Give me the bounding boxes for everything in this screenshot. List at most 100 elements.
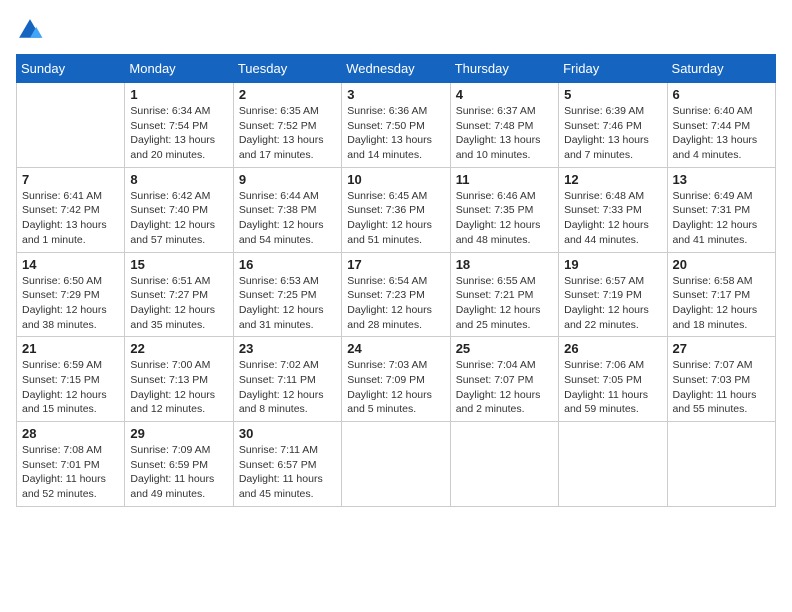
day-info: Sunrise: 7:08 AMSunset: 7:01 PMDaylight:…	[22, 443, 119, 502]
calendar-cell: 20 Sunrise: 6:58 AMSunset: 7:17 PMDayligh…	[667, 252, 775, 337]
day-number: 27	[673, 341, 770, 356]
day-number: 2	[239, 87, 336, 102]
calendar-cell: 27 Sunrise: 7:07 AMSunset: 7:03 PMDayligh…	[667, 337, 775, 422]
calendar-cell: 10 Sunrise: 6:45 AMSunset: 7:36 PMDayligh…	[342, 167, 450, 252]
day-number: 6	[673, 87, 770, 102]
day-number: 8	[130, 172, 227, 187]
calendar-cell: 30 Sunrise: 7:11 AMSunset: 6:57 PMDayligh…	[233, 422, 341, 507]
day-number: 17	[347, 257, 444, 272]
day-info: Sunrise: 6:46 AMSunset: 7:35 PMDaylight:…	[456, 189, 553, 248]
calendar-cell	[450, 422, 558, 507]
day-info: Sunrise: 6:35 AMSunset: 7:52 PMDaylight:…	[239, 104, 336, 163]
calendar-table: SundayMondayTuesdayWednesdayThursdayFrid…	[16, 54, 776, 507]
calendar-cell: 14 Sunrise: 6:50 AMSunset: 7:29 PMDayligh…	[17, 252, 125, 337]
page-header	[16, 16, 776, 44]
weekday-header: Saturday	[667, 55, 775, 83]
day-info: Sunrise: 7:07 AMSunset: 7:03 PMDaylight:…	[673, 358, 770, 417]
day-number: 12	[564, 172, 661, 187]
calendar-cell: 25Sunrise: 7:04 AMSunset: 7:07 PMDayligh…	[450, 337, 558, 422]
weekday-header: Friday	[559, 55, 667, 83]
calendar-week-row: 21 Sunrise: 6:59 AMSunset: 7:15 PMDayligh…	[17, 337, 776, 422]
calendar-cell: 7 Sunrise: 6:41 AMSunset: 7:42 PMDaylight…	[17, 167, 125, 252]
day-number: 3	[347, 87, 444, 102]
calendar-cell: 23Sunrise: 7:02 AMSunset: 7:11 PMDayligh…	[233, 337, 341, 422]
day-info: Sunrise: 6:50 AMSunset: 7:29 PMDaylight:…	[22, 274, 119, 333]
day-number: 11	[456, 172, 553, 187]
calendar-week-row: 1 Sunrise: 6:34 AMSunset: 7:54 PMDaylight…	[17, 83, 776, 168]
calendar-cell: 5 Sunrise: 6:39 AMSunset: 7:46 PMDaylight…	[559, 83, 667, 168]
day-number: 14	[22, 257, 119, 272]
day-info: Sunrise: 6:34 AMSunset: 7:54 PMDaylight:…	[130, 104, 227, 163]
calendar-cell	[342, 422, 450, 507]
day-number: 25	[456, 341, 553, 356]
day-number: 16	[239, 257, 336, 272]
day-number: 18	[456, 257, 553, 272]
day-number: 21	[22, 341, 119, 356]
calendar-cell: 8 Sunrise: 6:42 AMSunset: 7:40 PMDaylight…	[125, 167, 233, 252]
weekday-header: Thursday	[450, 55, 558, 83]
calendar-header: SundayMondayTuesdayWednesdayThursdayFrid…	[17, 55, 776, 83]
day-info: Sunrise: 6:57 AMSunset: 7:19 PMDaylight:…	[564, 274, 661, 333]
calendar-cell	[559, 422, 667, 507]
day-info: Sunrise: 7:09 AMSunset: 6:59 PMDaylight:…	[130, 443, 227, 502]
weekday-header: Tuesday	[233, 55, 341, 83]
day-number: 19	[564, 257, 661, 272]
day-info: Sunrise: 6:40 AMSunset: 7:44 PMDaylight:…	[673, 104, 770, 163]
day-number: 29	[130, 426, 227, 441]
day-info: Sunrise: 6:58 AMSunset: 7:17 PMDaylight:…	[673, 274, 770, 333]
day-number: 24	[347, 341, 444, 356]
weekday-header: Monday	[125, 55, 233, 83]
calendar-body: 1 Sunrise: 6:34 AMSunset: 7:54 PMDaylight…	[17, 83, 776, 507]
calendar-cell: 3Sunrise: 6:36 AMSunset: 7:50 PMDaylight…	[342, 83, 450, 168]
day-info: Sunrise: 6:45 AMSunset: 7:36 PMDaylight:…	[347, 189, 444, 248]
calendar-cell: 16Sunrise: 6:53 AMSunset: 7:25 PMDayligh…	[233, 252, 341, 337]
weekday-header: Wednesday	[342, 55, 450, 83]
day-info: Sunrise: 6:44 AMSunset: 7:38 PMDaylight:…	[239, 189, 336, 248]
calendar-cell: 15Sunrise: 6:51 AMSunset: 7:27 PMDayligh…	[125, 252, 233, 337]
day-info: Sunrise: 6:37 AMSunset: 7:48 PMDaylight:…	[456, 104, 553, 163]
day-info: Sunrise: 6:39 AMSunset: 7:46 PMDaylight:…	[564, 104, 661, 163]
day-number: 15	[130, 257, 227, 272]
calendar-cell: 19 Sunrise: 6:57 AMSunset: 7:19 PMDayligh…	[559, 252, 667, 337]
calendar-cell: 28 Sunrise: 7:08 AMSunset: 7:01 PMDayligh…	[17, 422, 125, 507]
day-info: Sunrise: 6:48 AMSunset: 7:33 PMDaylight:…	[564, 189, 661, 248]
day-number: 9	[239, 172, 336, 187]
day-number: 5	[564, 87, 661, 102]
calendar-cell: 13 Sunrise: 6:49 AMSunset: 7:31 PMDayligh…	[667, 167, 775, 252]
calendar-cell: 26Sunrise: 7:06 AMSunset: 7:05 PMDayligh…	[559, 337, 667, 422]
logo	[16, 16, 46, 44]
day-info: Sunrise: 6:49 AMSunset: 7:31 PMDaylight:…	[673, 189, 770, 248]
calendar-cell: 29 Sunrise: 7:09 AMSunset: 6:59 PMDayligh…	[125, 422, 233, 507]
day-number: 20	[673, 257, 770, 272]
calendar-cell: 11 Sunrise: 6:46 AMSunset: 7:35 PMDayligh…	[450, 167, 558, 252]
calendar-cell: 4Sunrise: 6:37 AMSunset: 7:48 PMDaylight…	[450, 83, 558, 168]
day-info: Sunrise: 6:55 AMSunset: 7:21 PMDaylight:…	[456, 274, 553, 333]
calendar-week-row: 14 Sunrise: 6:50 AMSunset: 7:29 PMDayligh…	[17, 252, 776, 337]
day-info: Sunrise: 7:02 AMSunset: 7:11 PMDaylight:…	[239, 358, 336, 417]
calendar-cell: 1 Sunrise: 6:34 AMSunset: 7:54 PMDaylight…	[125, 83, 233, 168]
day-info: Sunrise: 6:42 AMSunset: 7:40 PMDaylight:…	[130, 189, 227, 248]
calendar-cell: 12 Sunrise: 6:48 AMSunset: 7:33 PMDayligh…	[559, 167, 667, 252]
calendar-cell: 2 Sunrise: 6:35 AMSunset: 7:52 PMDaylight…	[233, 83, 341, 168]
day-info: Sunrise: 7:11 AMSunset: 6:57 PMDaylight:…	[239, 443, 336, 502]
calendar-cell: 18 Sunrise: 6:55 AMSunset: 7:21 PMDayligh…	[450, 252, 558, 337]
day-info: Sunrise: 6:59 AMSunset: 7:15 PMDaylight:…	[22, 358, 119, 417]
calendar-week-row: 28 Sunrise: 7:08 AMSunset: 7:01 PMDayligh…	[17, 422, 776, 507]
calendar-cell: 21 Sunrise: 6:59 AMSunset: 7:15 PMDayligh…	[17, 337, 125, 422]
day-number: 28	[22, 426, 119, 441]
day-number: 30	[239, 426, 336, 441]
calendar-cell: 6 Sunrise: 6:40 AMSunset: 7:44 PMDaylight…	[667, 83, 775, 168]
day-number: 7	[22, 172, 119, 187]
calendar-week-row: 7 Sunrise: 6:41 AMSunset: 7:42 PMDaylight…	[17, 167, 776, 252]
day-number: 10	[347, 172, 444, 187]
day-info: Sunrise: 7:03 AMSunset: 7:09 PMDaylight:…	[347, 358, 444, 417]
calendar-cell: 24 Sunrise: 7:03 AMSunset: 7:09 PMDayligh…	[342, 337, 450, 422]
day-number: 1	[130, 87, 227, 102]
calendar-cell	[17, 83, 125, 168]
day-number: 26	[564, 341, 661, 356]
day-info: Sunrise: 6:41 AMSunset: 7:42 PMDaylight:…	[22, 189, 119, 248]
day-info: Sunrise: 6:54 AMSunset: 7:23 PMDaylight:…	[347, 274, 444, 333]
calendar-cell: 17 Sunrise: 6:54 AMSunset: 7:23 PMDayligh…	[342, 252, 450, 337]
day-number: 13	[673, 172, 770, 187]
calendar-cell: 9 Sunrise: 6:44 AMSunset: 7:38 PMDaylight…	[233, 167, 341, 252]
